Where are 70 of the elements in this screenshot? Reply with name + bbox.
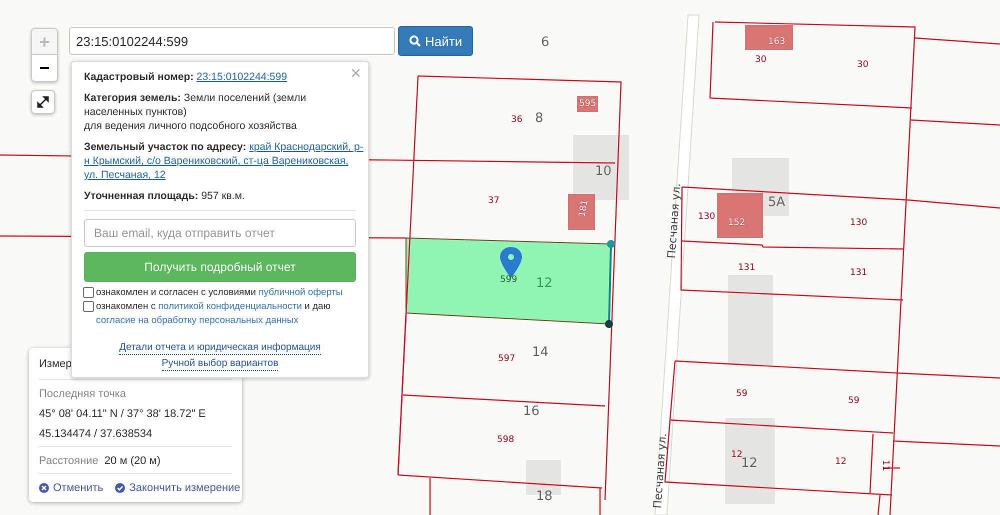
search-icon bbox=[409, 35, 421, 47]
parcel-number: 599 bbox=[500, 276, 518, 285]
field-label: Земельный участок по адресу: bbox=[84, 140, 246, 154]
coordinates-dms: 45° 08' 04.11" N / 37° 38' 18.72" E bbox=[39, 408, 207, 420]
panel-title: Измер bbox=[39, 357, 72, 372]
zoom-out-button[interactable]: − bbox=[32, 55, 57, 81]
house-number: 14 bbox=[532, 346, 549, 359]
distance-value: 20 м (20 м) bbox=[104, 455, 161, 467]
parcel-info-text: Категория земель: Земли поселений (земли населенных пунктов) для ведения личного подсобного хозяйства bbox=[84, 91, 308, 133]
building-number: 152 bbox=[728, 219, 746, 228]
house-number: 5А bbox=[768, 196, 786, 209]
building-number: 181 bbox=[578, 199, 591, 218]
consent-checkbox[interactable] bbox=[83, 287, 94, 298]
parcel-number: 59 bbox=[736, 390, 748, 399]
parcel-number: 36 bbox=[511, 116, 522, 125]
parcel-number: 597 bbox=[498, 355, 516, 364]
house-number: 6 bbox=[541, 36, 550, 49]
parcel-number: 131 bbox=[738, 264, 756, 273]
building-number: 163 bbox=[768, 38, 786, 47]
parcel-number: 131 bbox=[850, 269, 868, 278]
house-number: 12 bbox=[741, 457, 758, 470]
street-name: Песчаная ул. bbox=[666, 182, 682, 259]
registered-building bbox=[745, 25, 793, 50]
parcel-number: 12 bbox=[731, 451, 742, 460]
parcel-number: 130 bbox=[850, 219, 868, 228]
search-button[interactable]: Найти bbox=[398, 26, 474, 56]
consent-link[interactable]: согласие на обработку персональных данных bbox=[96, 315, 298, 326]
distance-label: Расстояние bbox=[39, 455, 98, 467]
street-name: Песчаная ул. bbox=[652, 432, 668, 509]
consent-link[interactable]: политикой конфиденциальности bbox=[158, 301, 302, 312]
parcel-number: 12 bbox=[835, 458, 846, 467]
check-icon bbox=[115, 483, 126, 493]
parcel-number: 598 bbox=[497, 436, 514, 445]
house-number: 10 bbox=[595, 165, 612, 178]
parcel-number: 130 bbox=[698, 213, 716, 222]
parcel-info-text: Уточненная площадь: 957 кв.м. bbox=[84, 189, 246, 203]
consent-text: ознакомлен с политикой конфиденциальности и даю согласие на обработку персональных данных bbox=[96, 300, 332, 328]
building-footprint bbox=[573, 135, 629, 200]
building-number: 595 bbox=[579, 100, 596, 109]
address-link[interactable]: ул. Песчаная, 12 bbox=[84, 168, 166, 182]
consent-checkbox[interactable] bbox=[83, 301, 94, 312]
parcel-number: 30 bbox=[857, 61, 868, 70]
parcel-number: 11 bbox=[880, 460, 890, 472]
last-point-label: Последняя точка bbox=[39, 388, 127, 400]
cadastral-search-field[interactable]: 23:15:0102244:599 bbox=[69, 27, 395, 55]
fullscreen-button[interactable] bbox=[31, 90, 55, 114]
finish-link[interactable]: Закончить измерение bbox=[115, 482, 240, 494]
consent-link[interactable]: публичной оферты bbox=[258, 287, 343, 298]
dotted-link[interactable]: Ручной выбор вариантов bbox=[162, 358, 278, 371]
consent-text: ознакомлен и согласен с условиями публичной оферты bbox=[96, 286, 343, 300]
parcel-number: 37 bbox=[488, 197, 500, 206]
registered-building bbox=[577, 96, 598, 112]
registered-building bbox=[717, 193, 763, 238]
registered-building bbox=[568, 194, 595, 230]
cancel-link[interactable]: Отменить bbox=[39, 482, 104, 494]
house-number: 16 bbox=[523, 405, 540, 418]
address-link[interactable]: н Крымский, с/о Варениковский, ст-ца Варениковская, bbox=[84, 154, 348, 168]
house-number: 8 bbox=[535, 112, 544, 125]
house-number: 18 bbox=[536, 490, 553, 503]
address-link[interactable]: край Краснодарский, р- bbox=[249, 140, 364, 154]
dotted-link[interactable]: Детали отчета и юридическая информация bbox=[119, 342, 321, 355]
parcel-number: 59 bbox=[848, 397, 860, 406]
expand-arrows-icon bbox=[37, 96, 49, 108]
info-link[interactable]: 23:15:0102244:599 bbox=[196, 71, 288, 83]
measure-line[interactable] bbox=[605, 240, 615, 328]
email-field[interactable]: Ваш email, куда отправить отчет bbox=[84, 219, 356, 247]
house-number: 12 bbox=[536, 277, 553, 290]
coordinates-decimal: 45.134474 / 37.638534 bbox=[39, 428, 154, 440]
close-icon bbox=[39, 483, 49, 493]
parcel-number: 30 bbox=[755, 56, 766, 65]
